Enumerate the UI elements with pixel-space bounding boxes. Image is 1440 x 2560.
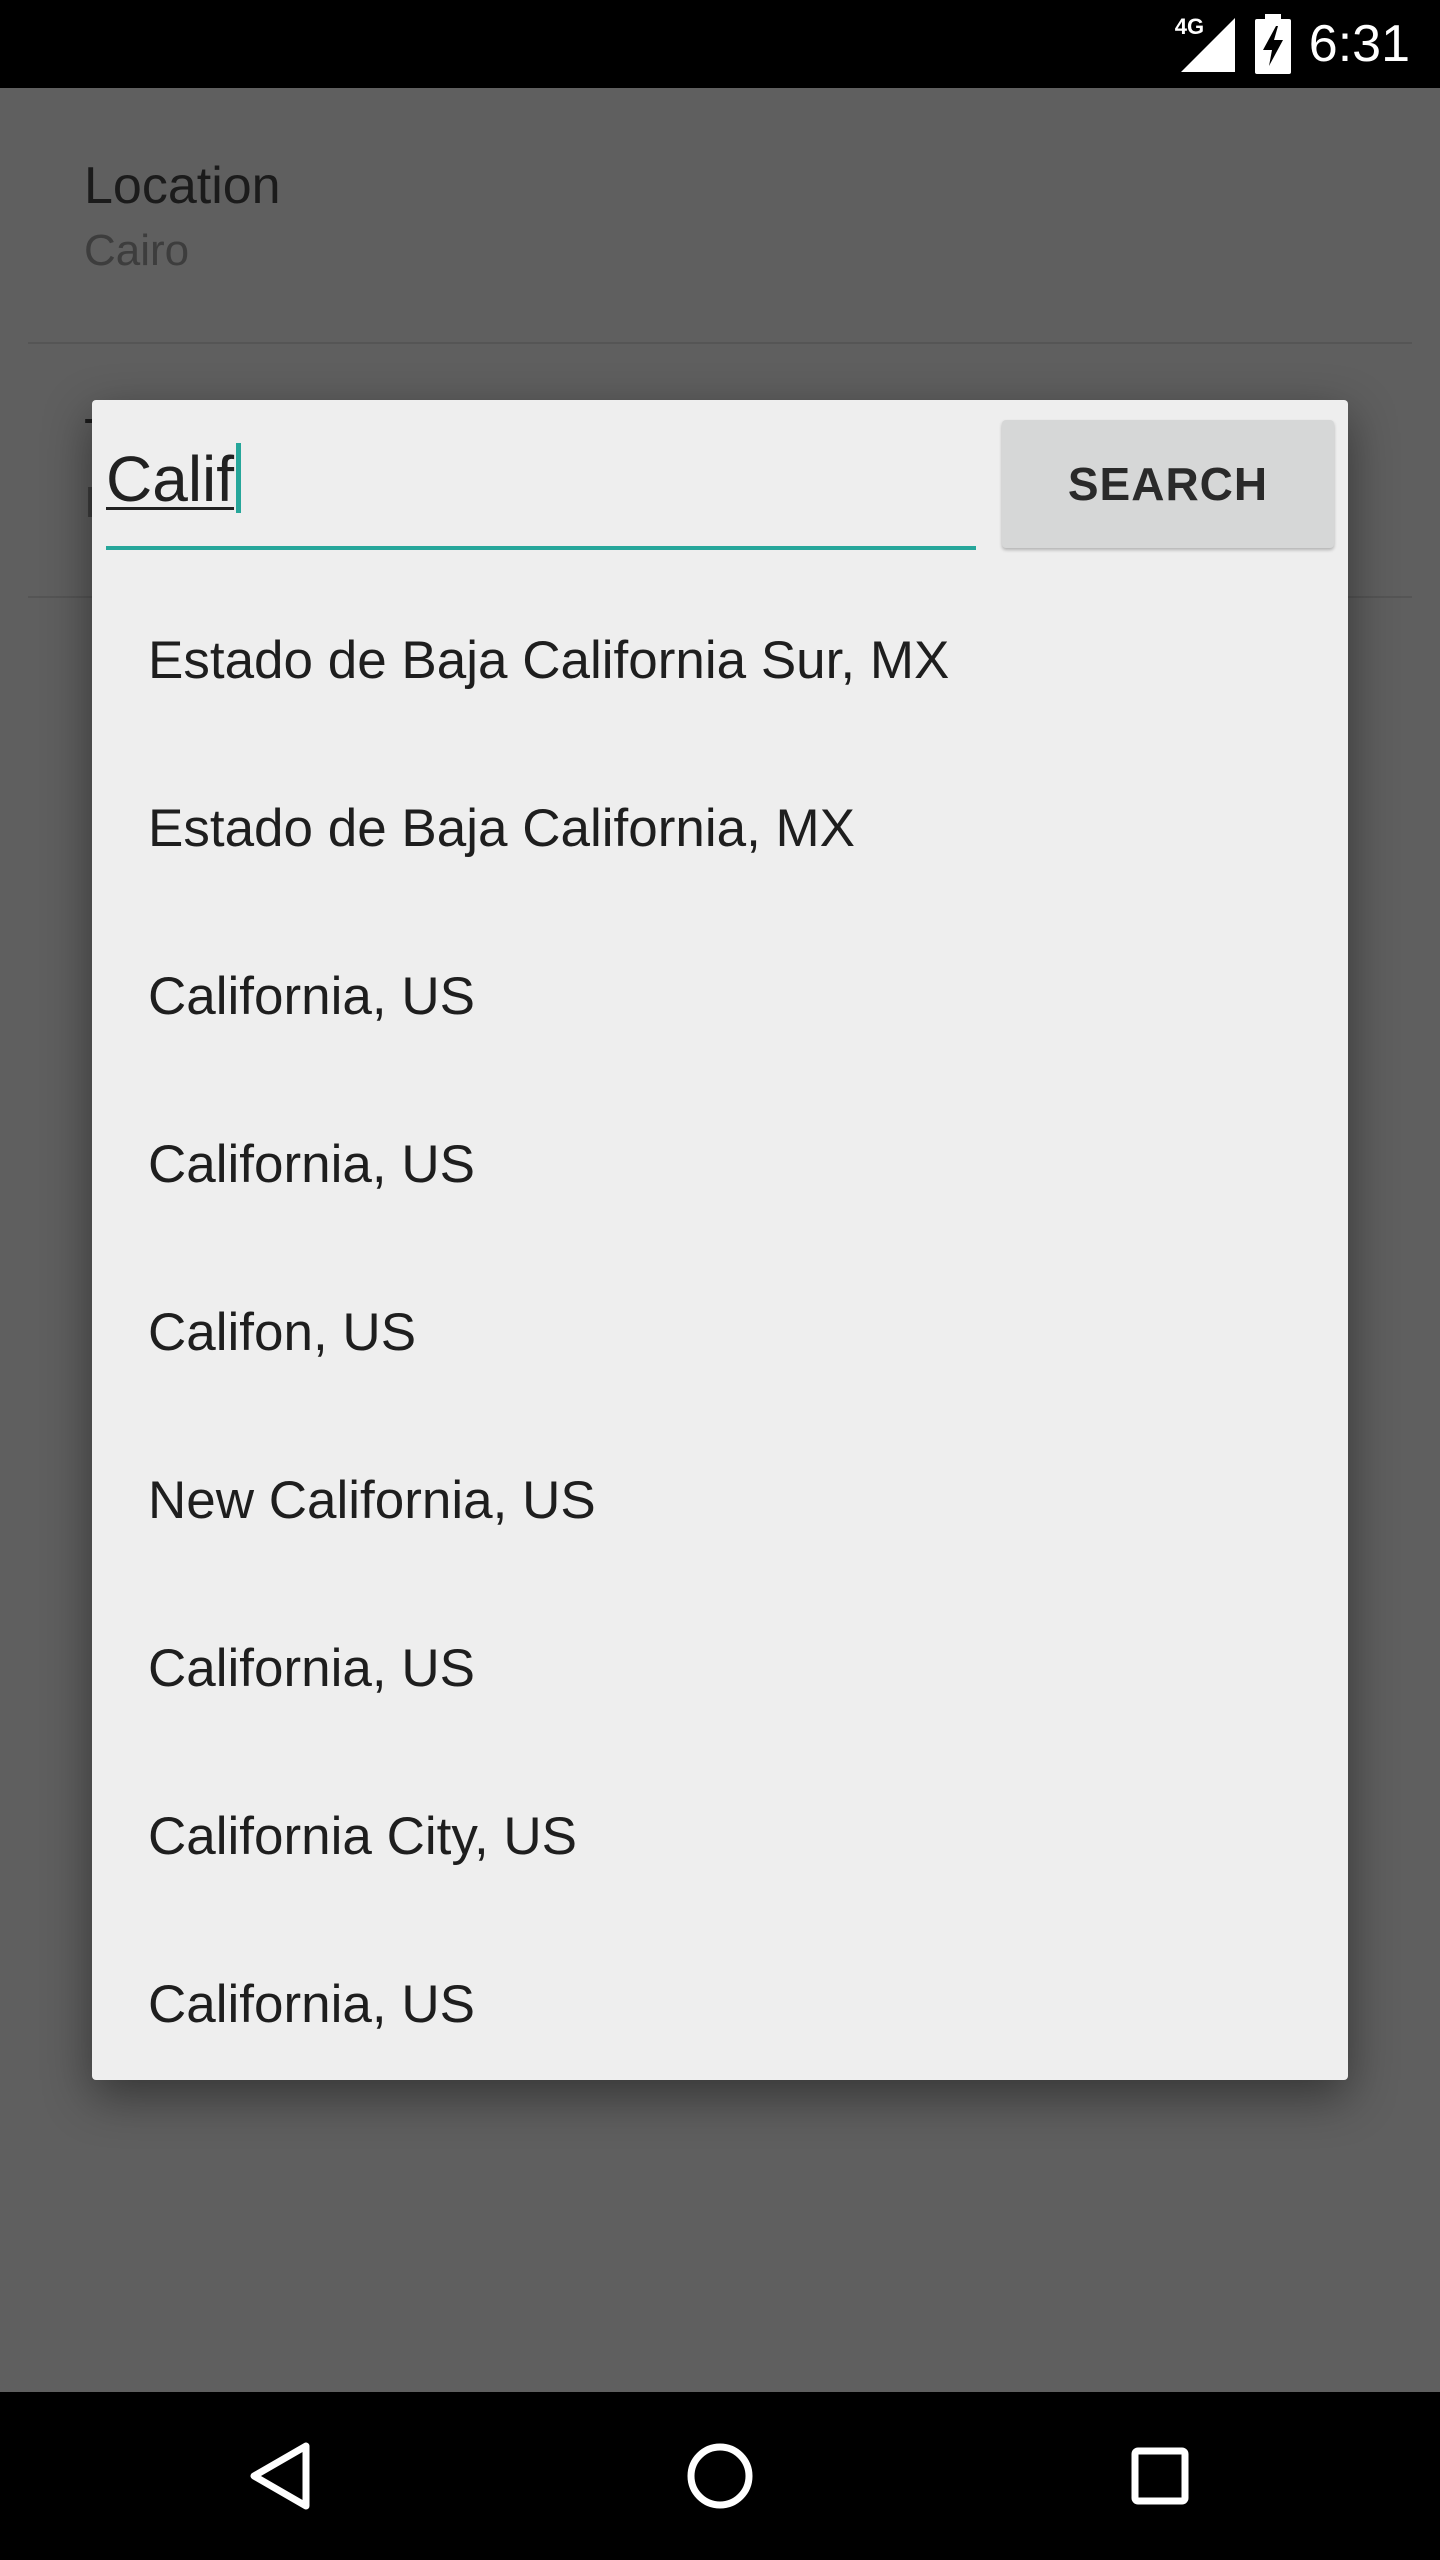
text-cursor (236, 443, 242, 513)
divider (28, 342, 1412, 344)
status-bar: 4G 6:31 (0, 0, 1440, 88)
preference-title: Location (84, 157, 281, 215)
cell-signal-icon: 4G (1174, 14, 1237, 74)
recents-icon[interactable] (1100, 2392, 1220, 2560)
status-icons: 4G 6:31 (1174, 0, 1410, 88)
list-item[interactable]: Estado de Baja California, MX (92, 744, 1348, 912)
list-item[interactable]: Califon, US (92, 1248, 1348, 1416)
list-item[interactable]: California, US (92, 912, 1348, 1080)
search-input-value: Calif (106, 443, 235, 515)
navigation-bar (0, 2392, 1440, 2560)
list-item[interactable]: California, US (92, 1920, 1348, 2080)
list-item[interactable]: New California, US (92, 1416, 1348, 1584)
preference-summary: Cairo (84, 226, 190, 275)
home-icon[interactable] (660, 2392, 780, 2560)
search-button[interactable]: SEARCH (1002, 420, 1334, 548)
network-type-label: 4G (1174, 14, 1205, 39)
list-item[interactable]: California, US (92, 1080, 1348, 1248)
status-time: 6:31 (1308, 15, 1410, 73)
results-list[interactable]: Estado de Baja California Sur, MX Estado… (92, 576, 1348, 2080)
battery-charging-icon (1254, 14, 1291, 74)
search-input[interactable]: Calif (106, 434, 976, 554)
input-underline (106, 546, 976, 550)
back-icon[interactable] (220, 2392, 340, 2560)
list-item[interactable]: California City, US (92, 1752, 1348, 1920)
list-item[interactable]: California, US (92, 1584, 1348, 1752)
list-item[interactable]: Estado de Baja California Sur, MX (92, 576, 1348, 744)
location-search-dialog: Calif SEARCH Estado de Baja California S… (92, 400, 1348, 2080)
